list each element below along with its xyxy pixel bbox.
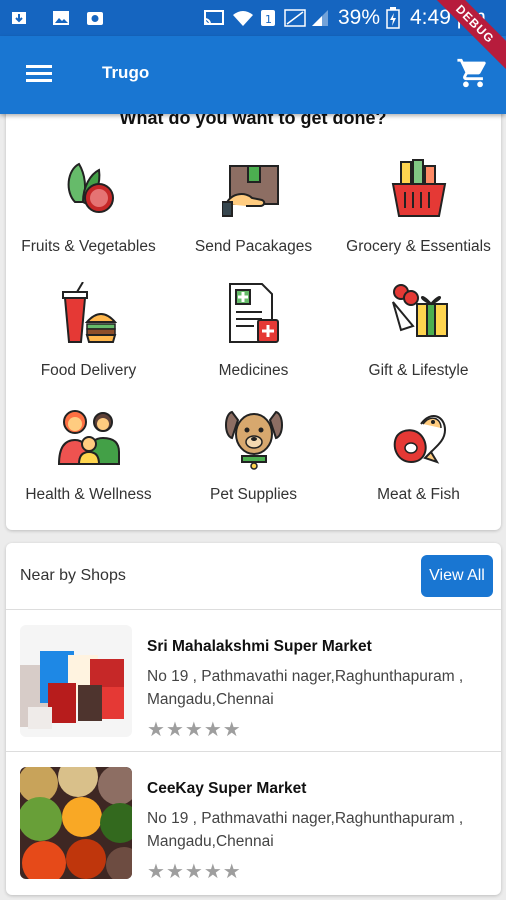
divider	[6, 751, 501, 752]
category-label: Send Pacakages	[194, 238, 313, 255]
nearby-shops-title: Near by Shops	[20, 567, 126, 584]
category-label: Pet Supplies	[209, 486, 298, 503]
category-grocery-essentials[interactable]: Grocery & Essentials	[336, 158, 501, 256]
category-health-wellness[interactable]: Health & Wellness	[6, 406, 171, 504]
shop-image	[20, 767, 132, 879]
battery-charging-icon	[386, 7, 400, 29]
view-all-button[interactable]: View All	[421, 555, 493, 597]
family-icon	[57, 410, 120, 465]
grocery-basket-icon	[391, 159, 446, 217]
star-icon[interactable]: ★	[185, 861, 204, 883]
status-bar: 1 39% 4:49 pm DEBUG	[0, 0, 506, 78]
shop-name: CeeKay Super Market	[147, 780, 307, 797]
camera-notification-icon	[87, 12, 103, 25]
category-label: Gift & Lifestyle	[368, 362, 469, 379]
shop-name: Sri Mahalakshmi Super Market	[147, 638, 372, 655]
category-label: Grocery & Essentials	[346, 238, 491, 255]
signal-icon	[312, 10, 328, 26]
category-label: Health & Wellness	[25, 486, 152, 503]
rating-stars: ★★★★★	[147, 859, 242, 884]
category-medicines[interactable]: Medicines	[171, 282, 336, 380]
shop-address: No 19 , Pathmavathi nager,Raghunthapuram…	[147, 810, 464, 850]
shop-address: No 19 , Pathmavathi nager,Raghunthapuram…	[147, 668, 464, 708]
battery-percent: 39%	[338, 6, 381, 29]
meat-fish-icon	[393, 415, 446, 464]
star-icon[interactable]: ★	[166, 719, 185, 741]
category-meat-fish[interactable]: Meat & Fish	[336, 406, 501, 504]
star-icon[interactable]: ★	[185, 719, 204, 741]
sim-icon: 1	[261, 10, 275, 26]
no-signal-icon	[284, 9, 306, 27]
package-icon	[221, 165, 279, 217]
shop-list-item[interactable]: CeeKay Super Market No 19 , Pathmavathi …	[6, 759, 501, 899]
rating-stars: ★★★★★	[147, 717, 242, 742]
nearby-shops-card: Near by Shops View All Sri Mahalakshmi S…	[6, 543, 501, 895]
star-icon[interactable]: ★	[204, 719, 223, 741]
category-label: Food Delivery	[40, 362, 137, 379]
cast-icon	[204, 10, 224, 25]
gift-icon	[391, 284, 448, 337]
shop-list-item[interactable]: Sri Mahalakshmi Super Market No 19 , Pat…	[6, 617, 501, 757]
star-icon[interactable]: ★	[223, 719, 242, 741]
menu-icon[interactable]	[22, 61, 56, 89]
category-label: Meat & Fish	[377, 486, 460, 503]
app-title: Trugo	[102, 63, 150, 82]
medicine-icon	[228, 283, 279, 343]
category-fruits-vegetables[interactable]: Fruits & Vegetables	[6, 158, 171, 256]
category-food-delivery[interactable]: Food Delivery	[6, 282, 171, 380]
food-delivery-icon	[61, 282, 117, 343]
shopping-cart-icon[interactable]	[456, 56, 490, 90]
star-icon[interactable]: ★	[147, 719, 166, 741]
category-label: Medicines	[218, 362, 289, 379]
wifi-icon	[233, 11, 253, 26]
category-gift-lifestyle[interactable]: Gift & Lifestyle	[336, 282, 501, 380]
svg-text:1: 1	[265, 13, 272, 26]
category-pet-supplies[interactable]: Pet Supplies	[171, 406, 336, 504]
vegetables-icon	[67, 162, 114, 213]
category-send-packages[interactable]: Send Pacakages	[171, 158, 336, 256]
app-bar: Trugo	[0, 36, 506, 114]
star-icon[interactable]: ★	[166, 861, 185, 883]
image-notification-icon	[53, 11, 69, 25]
shop-image	[20, 625, 132, 737]
download-notification-icon	[12, 12, 26, 24]
dog-icon	[224, 410, 283, 470]
divider	[6, 609, 501, 610]
category-label: Fruits & Vegetables	[21, 238, 156, 255]
star-icon[interactable]: ★	[204, 861, 223, 883]
star-icon[interactable]: ★	[223, 861, 242, 883]
star-icon[interactable]: ★	[147, 861, 166, 883]
